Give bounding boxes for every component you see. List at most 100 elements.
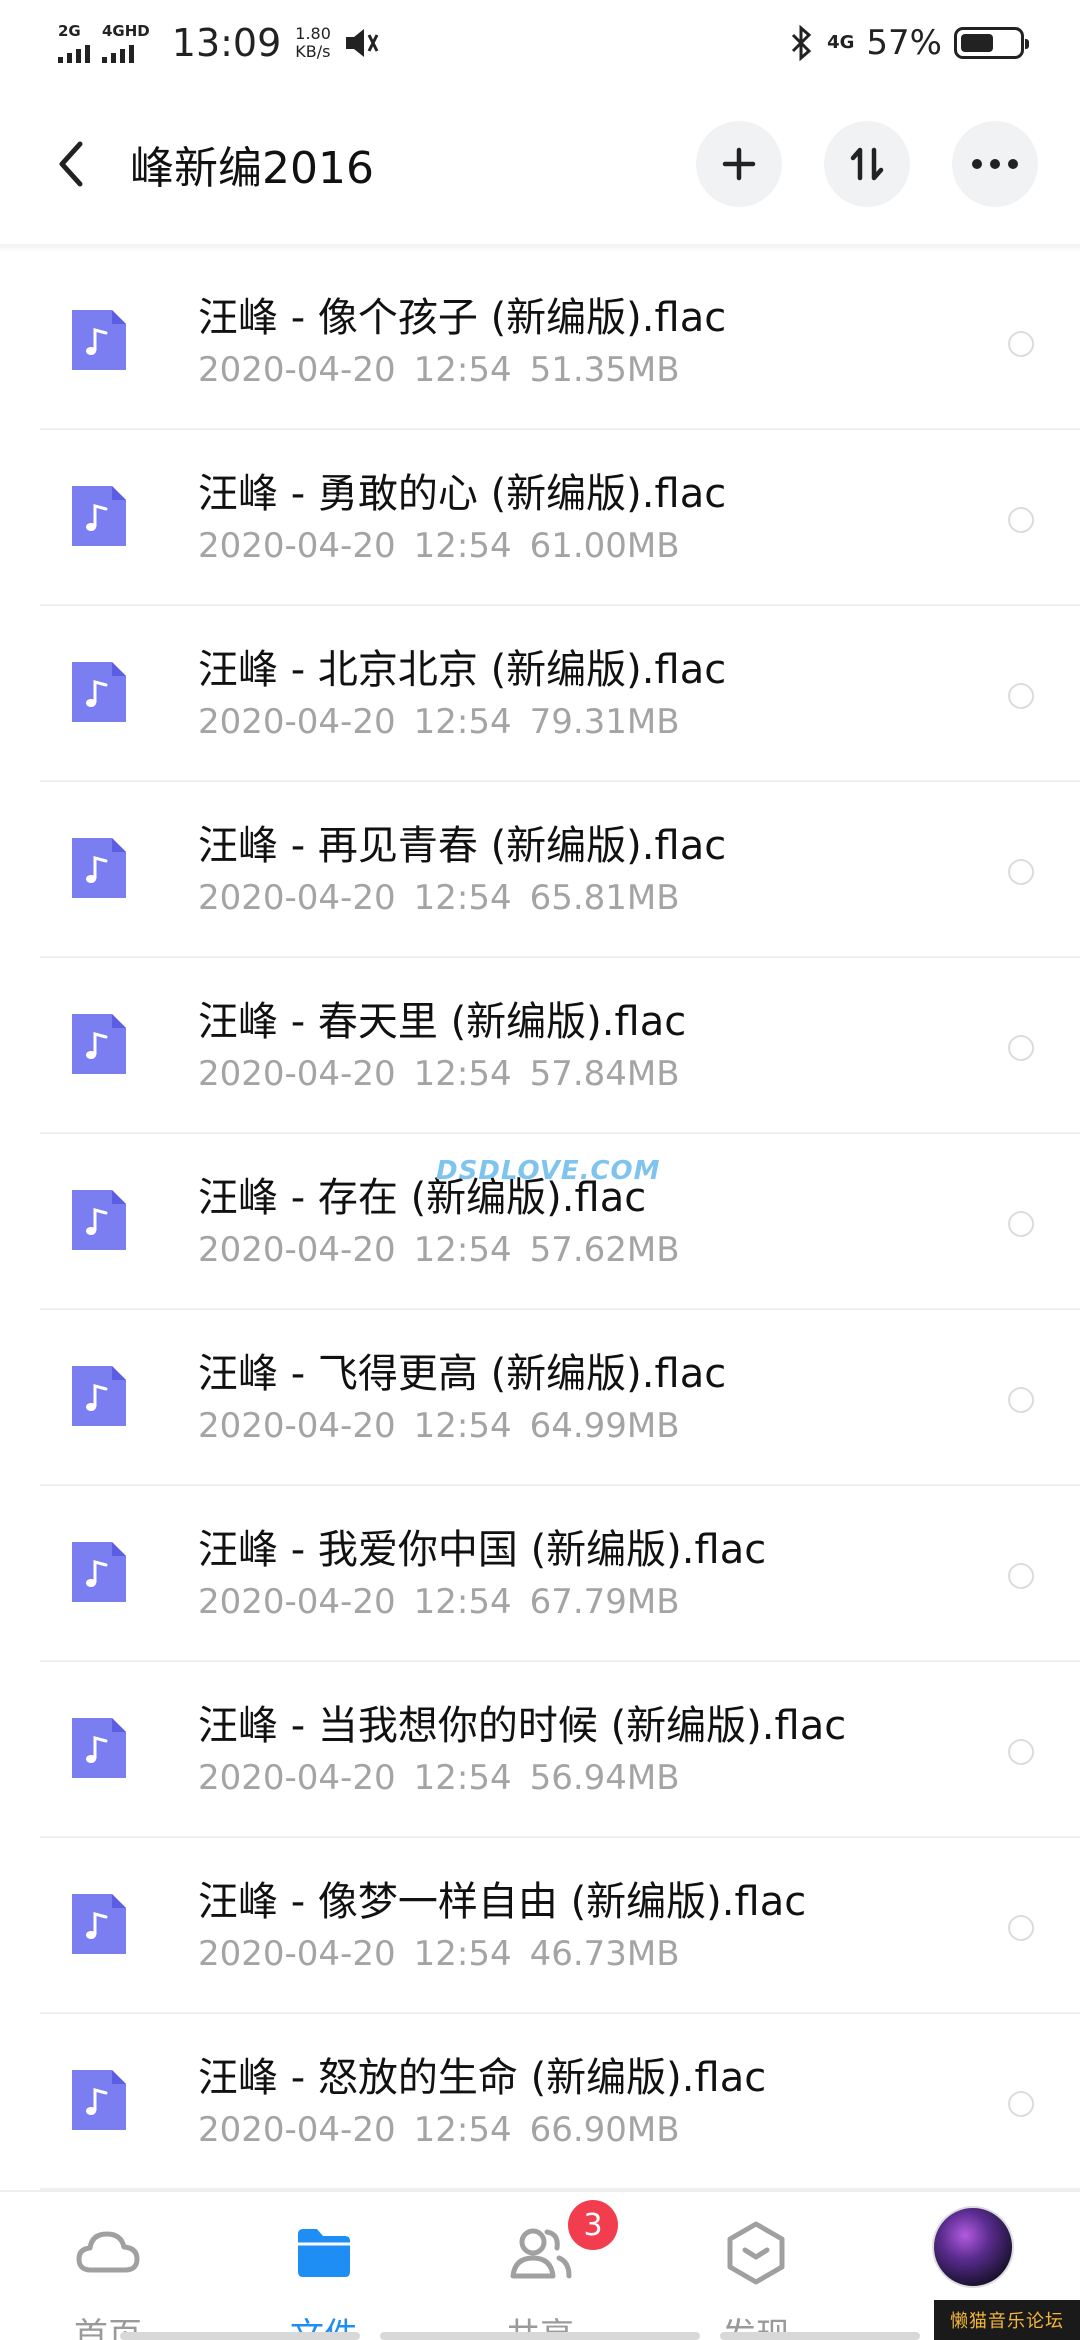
nav-home[interactable]: 首页 <box>48 2218 168 2340</box>
file-date: 2020-04-20 <box>198 526 396 566</box>
gesture-bar <box>720 2332 920 2340</box>
file-time: 12:54 <box>413 1582 512 1622</box>
file-meta: 2020-04-20 12:54 51.35MB <box>198 348 726 392</box>
file-row[interactable]: 汪峰 - 飞得更高 (新编版).flac 2020-04-20 12:54 64.99… <box>0 1310 1080 1486</box>
file-time: 12:54 <box>413 1054 512 1094</box>
battery-percent: 57% <box>866 23 942 63</box>
file-name: 汪峰 - 像梦一样自由 (新编版).flac <box>198 1879 807 1925</box>
file-date: 2020-04-20 <box>198 1934 396 1974</box>
file-row[interactable]: 汪峰 - 像个孩子 (新编版).flac 2020-04-20 12:54 51.35… <box>0 254 1080 430</box>
bluetooth-icon <box>792 25 812 61</box>
file-text: 汪峰 - 存在 (新编版).flac 2020-04-20 12:54 57.62MB <box>198 1174 698 1272</box>
music-file-icon <box>72 1894 126 1954</box>
page-title: 峰新编2016 <box>130 143 374 194</box>
file-time: 12:54 <box>413 2110 512 2150</box>
music-file-icon <box>72 2070 126 2130</box>
file-date: 2020-04-20 <box>198 1582 396 1622</box>
nav-files[interactable]: 文件 <box>264 2218 384 2340</box>
file-meta: 2020-04-20 12:54 56.94MB <box>198 1756 846 1800</box>
file-time: 12:54 <box>413 878 512 918</box>
file-name: 汪峰 - 当我想你的时候 (新编版).flac <box>198 1703 847 1749</box>
file-row[interactable]: 汪峰 - 怒放的生命 (新编版).flac 2020-04-20 12:54 66.9… <box>0 2014 1080 2190</box>
chevron-left-icon <box>59 141 83 187</box>
file-name: 汪峰 - 飞得更高 (新编版).flac <box>198 1351 727 1397</box>
file-meta: 2020-04-20 12:54 46.73MB <box>198 1932 806 1976</box>
file-time: 12:54 <box>413 1758 512 1798</box>
file-date: 2020-04-20 <box>198 878 396 918</box>
select-radio[interactable] <box>1008 1211 1034 1237</box>
gesture-bar <box>380 2332 700 2340</box>
select-radio[interactable] <box>1008 1739 1034 1765</box>
header: 峰新编2016 <box>0 108 1080 220</box>
file-size: 67.79MB <box>529 1582 680 1622</box>
select-radio[interactable] <box>1008 507 1034 533</box>
header-divider <box>0 244 1080 252</box>
file-row[interactable]: 汪峰 - 像梦一样自由 (新编版).flac 2020-04-20 12:54 46.… <box>0 1838 1080 2014</box>
cloud-icon <box>76 2231 140 2273</box>
file-text: 汪峰 - 勇敢的心 (新编版).flac 2020-04-20 12:54 61.00… <box>198 470 726 568</box>
file-meta: 2020-04-20 12:54 57.84MB <box>198 1052 698 1096</box>
file-text: 汪峰 - 当我想你的时候 (新编版).flac 2020-04-20 12:54 56… <box>198 1702 846 1800</box>
signal-bars-icon <box>58 43 90 63</box>
file-meta: 2020-04-20 12:54 64.99MB <box>198 1404 726 1448</box>
file-row[interactable]: 汪峰 - 勇敢的心 (新编版).flac 2020-04-20 12:54 61.00… <box>0 430 1080 606</box>
watermark: DSDLOVE.COM <box>436 1156 661 1186</box>
file-name: 汪峰 - 怒放的生命 (新编版).flac <box>198 2055 767 2101</box>
file-row[interactable]: 汪峰 - 北京北京 (新编版).flac 2020-04-20 12:54 79.31… <box>0 606 1080 782</box>
select-radio[interactable] <box>1008 331 1034 357</box>
status-right: 4G 57% <box>787 23 1029 63</box>
add-button[interactable] <box>696 121 782 207</box>
file-name: 汪峰 - 春天里 (新编版).flac <box>198 999 687 1045</box>
file-row[interactable]: 汪峰 - 当我想你的时候 (新编版).flac 2020-04-20 12:54 56… <box>0 1662 1080 1838</box>
file-time: 12:54 <box>413 1406 512 1446</box>
more-button[interactable] <box>952 121 1038 207</box>
nav-discover[interactable]: 发现 <box>696 2218 816 2340</box>
file-name: 汪峰 - 北京北京 (新编版).flac <box>198 647 727 693</box>
people-icon <box>510 2228 572 2279</box>
avatar[interactable] <box>932 2206 1014 2288</box>
select-radio[interactable] <box>1008 683 1034 709</box>
file-row[interactable]: 汪峰 - 春天里 (新编版).flac 2020-04-20 12:54 57.84M… <box>0 958 1080 1134</box>
select-radio[interactable] <box>1008 1035 1034 1061</box>
file-meta: 2020-04-20 12:54 67.79MB <box>198 1580 766 1624</box>
sort-button[interactable] <box>824 121 910 207</box>
file-time: 12:54 <box>413 526 512 566</box>
file-text: 汪峰 - 怒放的生命 (新编版).flac 2020-04-20 12:54 66.9… <box>198 2054 766 2152</box>
network-type: 4G <box>827 32 855 53</box>
mute-icon <box>345 29 379 57</box>
file-size: 57.62MB <box>529 1230 680 1270</box>
forum-watermark: 懒猫音乐论坛 <box>934 2300 1080 2340</box>
folder-icon <box>298 2229 350 2277</box>
file-text: 汪峰 - 飞得更高 (新编版).flac 2020-04-20 12:54 64.99… <box>198 1350 726 1448</box>
file-text: 汪峰 - 北京北京 (新编版).flac 2020-04-20 12:54 79.31… <box>198 646 726 744</box>
file-size: 61.00MB <box>529 526 680 566</box>
back-button[interactable] <box>36 129 106 199</box>
file-row[interactable]: 汪峰 - 再见青春 (新编版).flac 2020-04-20 12:54 65.81… <box>0 782 1080 958</box>
file-date: 2020-04-20 <box>198 350 396 390</box>
file-list: 汪峰 - 像个孩子 (新编版).flac 2020-04-20 12:54 51.35… <box>0 254 1080 2190</box>
sort-icon <box>850 147 884 181</box>
sim1-label: 2G <box>58 22 81 40</box>
select-radio[interactable] <box>1008 1387 1034 1413</box>
select-radio[interactable] <box>1008 1915 1034 1941</box>
file-time: 12:54 <box>413 702 512 742</box>
file-row[interactable]: 汪峰 - 我爱你中国 (新编版).flac 2020-04-20 12:54 67.7… <box>0 1486 1080 1662</box>
select-radio[interactable] <box>1008 1563 1034 1589</box>
battery-icon <box>954 27 1029 59</box>
sim2-label: 4GHD <box>102 22 150 40</box>
status-bar: 2G 4GHD 13:09 1.80 KB/s 4G 57% <box>0 0 1080 86</box>
music-file-icon <box>72 486 126 546</box>
file-meta: 2020-04-20 12:54 65.81MB <box>198 876 726 920</box>
file-text: 汪峰 - 春天里 (新编版).flac 2020-04-20 12:54 57.84M… <box>198 998 698 1096</box>
select-radio[interactable] <box>1008 859 1034 885</box>
music-file-icon <box>72 310 126 370</box>
header-actions <box>696 121 1038 207</box>
select-radio[interactable] <box>1008 2091 1034 2117</box>
music-file-icon <box>72 838 126 898</box>
file-text: 汪峰 - 像梦一样自由 (新编版).flac 2020-04-20 12:54 46.… <box>198 1878 806 1976</box>
music-file-icon <box>72 662 126 722</box>
file-size: 51.35MB <box>529 350 680 390</box>
bottom-nav: 首页 文件 共享 发现 <box>0 2190 1080 2340</box>
speed-unit: KB/s <box>295 42 331 61</box>
discover-icon <box>727 2221 785 2285</box>
